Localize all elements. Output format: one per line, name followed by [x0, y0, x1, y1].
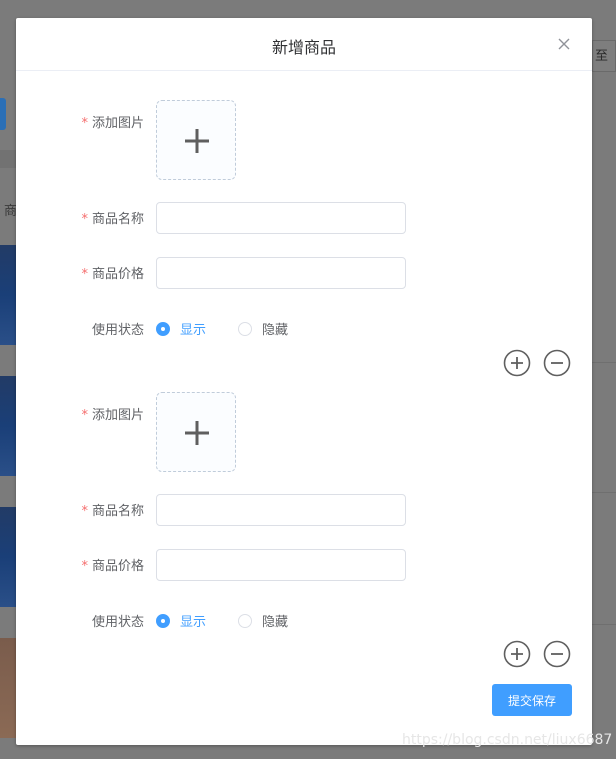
product-price-input[interactable] [156, 257, 406, 289]
product-name-label: * 商品名称 [81, 212, 144, 227]
dialog-header: 新增商品 [16, 18, 592, 71]
product-name-input[interactable] [156, 202, 406, 234]
status-radio-show[interactable]: 显示 [156, 611, 206, 630]
background-divider [592, 492, 616, 493]
status-label: 使用状态 [91, 323, 144, 338]
status-radio-hide[interactable]: 隐藏 [238, 319, 288, 338]
background-tab: 至 [592, 40, 616, 72]
status-label: 使用状态 [91, 615, 144, 630]
status-radio-show[interactable]: 显示 [156, 319, 206, 338]
background-button [0, 98, 6, 130]
minus-circle-icon[interactable] [543, 349, 571, 377]
radio-unchecked-icon [238, 613, 252, 628]
minus-circle-icon[interactable] [543, 640, 571, 668]
watermark: https://blog.csdn.net/liux6687 [402, 732, 613, 748]
dialog-title: 新增商品 [271, 38, 336, 57]
background-divider [592, 624, 616, 625]
submit-save-button[interactable]: 提交保存 [492, 684, 572, 716]
plus-circle-icon[interactable] [503, 640, 531, 668]
radio-unchecked-icon [238, 321, 252, 336]
product-price-label: * 商品价格 [81, 267, 144, 282]
radio-checked-icon [156, 321, 170, 336]
product-price-input[interactable] [156, 549, 406, 581]
product-price-label: * 商品价格 [81, 559, 144, 574]
radio-checked-icon [156, 613, 170, 628]
background-divider [592, 362, 616, 363]
plus-icon [185, 129, 209, 153]
status-radio-hide[interactable]: 隐藏 [238, 611, 288, 630]
close-icon[interactable] [556, 36, 572, 52]
product-name-label: * 商品名称 [81, 504, 144, 519]
plus-icon [185, 421, 209, 445]
image-label: * 添加图片 [81, 408, 144, 423]
background-thumbnail [0, 376, 16, 476]
image-upload-button[interactable] [156, 392, 236, 472]
background-thumbnail [0, 507, 16, 607]
add-product-dialog: 新增商品 * 添加图片 * 商品名称 * 商品价格 使用状态 显示 隐藏 * 添加图片 [16, 18, 592, 745]
plus-circle-icon[interactable] [503, 349, 531, 377]
image-label: * 添加图片 [81, 116, 144, 131]
background-thumbnail [0, 638, 16, 738]
product-name-input[interactable] [156, 494, 406, 526]
background-thumbnail [0, 245, 16, 345]
image-upload-button[interactable] [156, 100, 236, 180]
